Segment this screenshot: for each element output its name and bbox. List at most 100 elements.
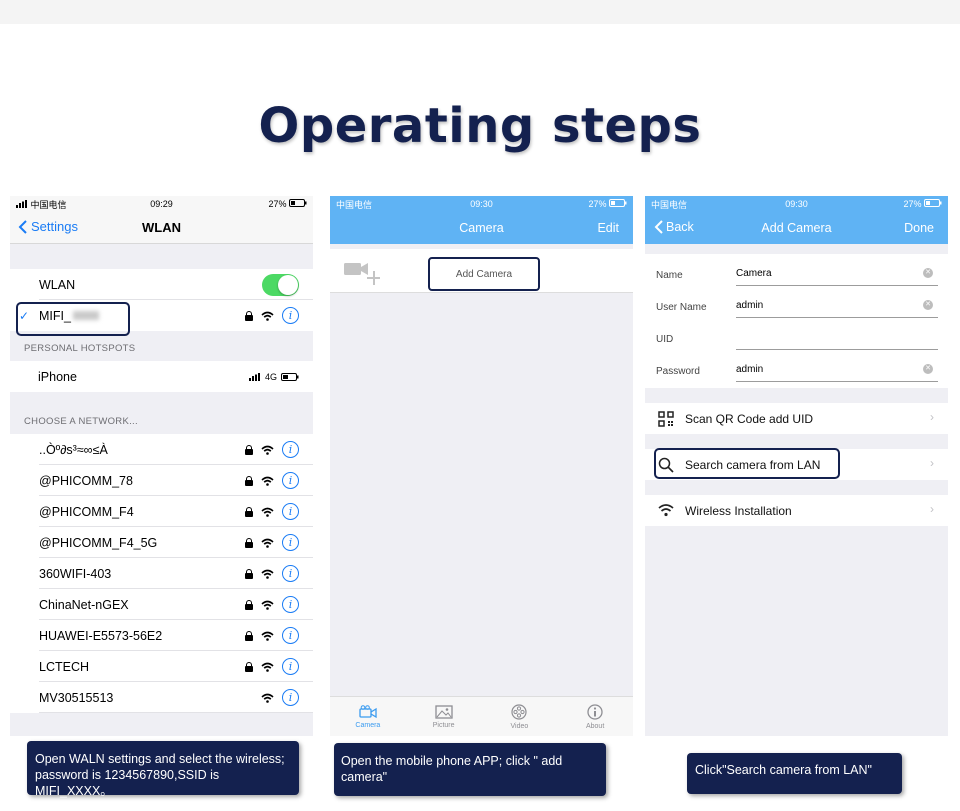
tab-video[interactable]: Video — [482, 697, 558, 736]
status-bar: 中国电信 09:30 27% — [645, 196, 948, 212]
network-name: ..Òº∂s³≈∞≤À — [39, 442, 108, 457]
lock-icon — [245, 476, 253, 486]
step3-caption: Click"Search camera from LAN" — [687, 753, 902, 794]
chevron-right-icon: › — [930, 456, 934, 470]
wifi-icon — [261, 507, 274, 517]
edit-button[interactable]: Edit — [597, 221, 619, 235]
wifi-icon — [261, 476, 274, 486]
add-camera-button[interactable]: Add Camera — [428, 257, 540, 291]
clear-icon[interactable]: ✕ — [923, 268, 933, 278]
battery-icon — [924, 199, 942, 207]
hotspot-name: iPhone — [38, 369, 77, 384]
top-strip — [0, 0, 960, 24]
hotspot-row[interactable]: iPhone 4G — [10, 361, 313, 392]
field-label: Name — [656, 270, 683, 281]
network-row[interactable]: @PHICOMM_78 i — [10, 465, 313, 496]
network-row[interactable]: @PHICOMM_F4 i — [10, 496, 313, 527]
lock-icon — [245, 569, 253, 579]
name-value: Camera — [736, 268, 772, 279]
phone-camera-app: 中国电信 09:30 27% Camera Edit Add Camera Ca… — [330, 196, 633, 736]
option-label: Scan QR Code add UID — [685, 411, 814, 426]
network-name: HUAWEI-E5573-56E2 — [39, 628, 163, 643]
hotspot-signal-label: 4G — [264, 371, 277, 382]
network-name: @PHICOMM_F4 — [39, 504, 134, 519]
password-field-row: Password admin ✕ — [645, 354, 948, 386]
done-button[interactable]: Done — [904, 221, 934, 235]
username-input[interactable]: admin ✕ — [736, 294, 938, 318]
uid-field-row: UID — [645, 322, 948, 354]
wireless-install-option[interactable]: Wireless Installation › — [645, 495, 948, 526]
info-icon[interactable]: i — [282, 658, 299, 675]
network-row[interactable]: ..Òº∂s³≈∞≤À i — [10, 434, 313, 465]
lock-icon — [245, 662, 253, 672]
nav-title: WLAN — [142, 220, 181, 235]
carrier-label: 中国电信 — [651, 199, 688, 210]
step1-caption: Open WALN settings and select the wirele… — [27, 741, 299, 798]
battery-icon — [609, 199, 627, 207]
chevron-right-icon: › — [930, 502, 934, 516]
wlan-toggle[interactable] — [262, 273, 299, 296]
info-icon[interactable]: i — [282, 689, 299, 706]
network-row[interactable]: 360WIFI-403 i — [10, 558, 313, 589]
tab-picture[interactable]: Picture — [406, 697, 482, 736]
network-row[interactable]: @PHICOMM_F4_5G i — [10, 527, 313, 558]
picture-icon — [434, 704, 453, 719]
network-name: ChinaNet-nGEX — [39, 597, 129, 612]
network-row[interactable]: HUAWEI-E5573-56E2 i — [10, 620, 313, 651]
nav-bar: Camera Edit — [330, 212, 633, 244]
clear-icon[interactable]: ✕ — [923, 300, 933, 310]
nav-bar: Back Add Camera Done — [645, 212, 948, 244]
tab-camera[interactable]: Camera — [330, 697, 406, 736]
wifi-icon — [261, 311, 274, 321]
lock-icon — [245, 600, 253, 610]
tab-bar: Camera Picture Video About — [330, 696, 633, 736]
phone-add-camera: 中国电信 09:30 27% Back Add Camera Done Name… — [645, 196, 948, 736]
video-icon — [511, 703, 527, 720]
add-camera-row[interactable]: Add Camera — [330, 249, 633, 293]
tab-label: Camera — [355, 721, 381, 729]
network-name: 360WIFI-403 — [39, 566, 112, 581]
lock-icon — [245, 538, 253, 548]
clear-icon[interactable]: ✕ — [923, 364, 933, 374]
network-name: MV30515513 — [39, 690, 114, 705]
tab-label: Picture — [432, 721, 455, 729]
qr-code-icon — [658, 411, 674, 427]
nav-bar: Settings WLAN — [10, 212, 313, 244]
name-field-row: Name Camera ✕ — [645, 258, 948, 290]
camera-icon — [359, 704, 377, 718]
info-icon[interactable]: i — [282, 596, 299, 613]
wifi-icon — [261, 631, 274, 641]
camera-form: Name Camera ✕ User Name admin ✕ UID Passwo… — [645, 254, 948, 388]
tab-about[interactable]: About — [557, 697, 633, 736]
password-value: admin — [736, 364, 764, 375]
status-bar: 中国电信 09:30 27% — [330, 196, 633, 212]
username-field-row: User Name admin ✕ — [645, 290, 948, 322]
option-label: Wireless Installation — [685, 503, 792, 518]
carrier-label: 中国电信 — [336, 199, 373, 210]
status-bar: 中国电信 09:29 27% — [10, 196, 313, 212]
info-icon[interactable]: i — [282, 472, 299, 489]
lock-icon — [245, 507, 253, 517]
battery-indicator: 27% — [588, 199, 627, 209]
network-row[interactable]: MV30515513 i — [10, 682, 313, 713]
phone-wlan-settings: 中国电信 09:29 27% Settings WLAN WLAN ✓ MIFI… — [10, 196, 313, 736]
network-row[interactable]: ChinaNet-nGEX i — [10, 589, 313, 620]
wifi-icon — [261, 569, 274, 579]
info-icon[interactable]: i — [282, 441, 299, 458]
info-icon[interactable]: i — [282, 534, 299, 551]
wlan-toggle-row: WLAN — [10, 269, 313, 300]
lock-icon — [245, 445, 253, 455]
info-icon[interactable]: i — [282, 565, 299, 582]
about-icon — [587, 703, 603, 720]
network-list: ..Òº∂s³≈∞≤À i @PHICOMM_78 i @PHICOMM_F4 — [10, 434, 313, 713]
info-icon[interactable]: i — [282, 503, 299, 520]
network-row[interactable]: LCTECH i — [10, 651, 313, 682]
info-icon[interactable]: i — [282, 307, 299, 324]
scan-qr-option[interactable]: Scan QR Code add UID › — [645, 403, 948, 434]
name-input[interactable]: Camera ✕ — [736, 262, 938, 286]
page-title: Operating steps — [258, 98, 702, 154]
password-input[interactable]: admin ✕ — [736, 358, 938, 382]
info-icon[interactable]: i — [282, 627, 299, 644]
uid-input[interactable] — [736, 326, 938, 350]
highlight-box — [654, 448, 840, 479]
